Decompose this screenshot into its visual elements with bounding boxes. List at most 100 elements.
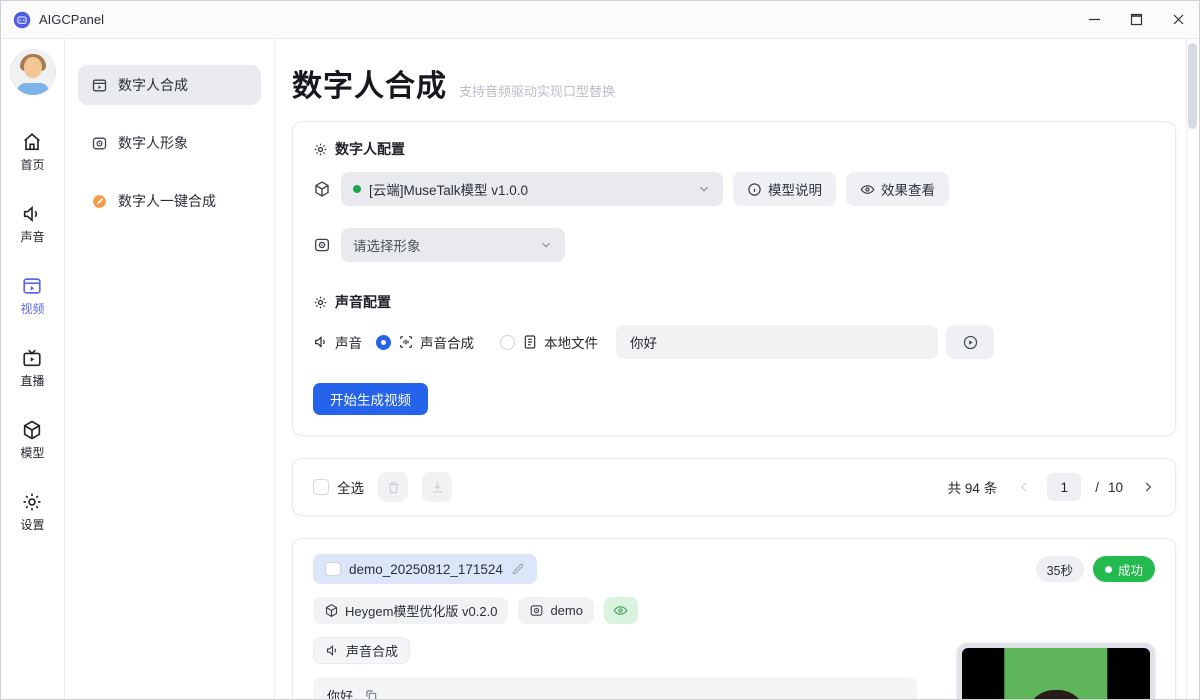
avatar-frame-icon: [529, 603, 544, 618]
edit-pencil-icon[interactable]: [511, 562, 525, 576]
model-online-dot: [353, 185, 361, 193]
page-subtitle: 支持音频驱动实现口型替换: [459, 81, 615, 100]
nav-label-home: 首页: [20, 156, 44, 173]
scrollbar-track[interactable]: [1186, 39, 1199, 700]
user-avatar[interactable]: [10, 49, 56, 95]
model-cube-icon: [313, 180, 331, 198]
nav-label-model: 模型: [20, 444, 44, 461]
submenu: 数字人合成 数字人形象 数字人一键合成: [65, 39, 275, 700]
greenscreen-background: [1004, 648, 1107, 700]
avatar-select[interactable]: 请选择形象: [341, 228, 565, 262]
download-icon: [430, 480, 445, 495]
page-next-icon[interactable]: [1141, 480, 1155, 494]
maximize-button[interactable]: [1115, 1, 1157, 39]
effect-view-label: 效果查看: [881, 179, 935, 199]
video-frame: [962, 648, 1150, 700]
app-title: AIGCPanel: [39, 12, 1073, 27]
trash-icon: [386, 480, 401, 495]
play-circle-icon: [962, 334, 979, 351]
chevron-down-icon: [539, 238, 553, 252]
model-row: [云端]MuseTalk模型 v1.0.0 模型说明 效果查看: [313, 172, 1155, 206]
submenu-label-avatar: 数字人形象: [118, 133, 188, 153]
local-file-label: 本地文件: [544, 332, 598, 352]
section-title: 声音配置: [335, 292, 391, 312]
scrollbar-thumb[interactable]: [1188, 43, 1197, 129]
file-icon: [522, 334, 538, 350]
download-button[interactable]: [422, 472, 452, 502]
home-icon: [21, 131, 43, 153]
live-tv-icon: [21, 347, 43, 369]
submenu-label-oneclick: 数字人一键合成: [118, 191, 216, 211]
close-button[interactable]: [1157, 1, 1199, 39]
page-prev-icon[interactable]: [1017, 480, 1031, 494]
record-tags: Heygem模型优化版 v0.2.0 demo: [313, 597, 1155, 624]
submenu-item-synthesis[interactable]: 数字人合成: [78, 65, 261, 105]
avatar-body: [17, 83, 49, 95]
nav-item-video[interactable]: 视频: [20, 275, 44, 317]
nav-label-live: 直播: [20, 372, 44, 389]
record-name: demo_20250812_171524: [349, 562, 503, 577]
eye-icon: [613, 603, 628, 618]
record-name-pill: demo_20250812_171524: [313, 554, 537, 584]
video-thumbnail[interactable]: [957, 643, 1155, 700]
voice-label: 声音: [335, 332, 362, 352]
record-card: demo_20250812_171524 35秒 成功: [292, 538, 1176, 700]
nav-item-settings[interactable]: 设置: [20, 491, 44, 533]
radio-local-file[interactable]: [500, 335, 515, 350]
page-current-box[interactable]: 1: [1047, 473, 1081, 501]
minimize-icon: [1088, 13, 1101, 26]
nav-item-model[interactable]: 模型: [20, 419, 44, 461]
section-title: 数字人配置: [335, 139, 405, 159]
play-preview-button[interactable]: [946, 325, 994, 359]
model-cube-icon: [324, 603, 339, 618]
radio-voice-synthesis[interactable]: [376, 335, 391, 350]
page-total: 10: [1108, 480, 1123, 495]
avatar-face: [24, 57, 42, 78]
gear-icon: [313, 142, 328, 157]
model-info-label: 模型说明: [768, 179, 822, 199]
gear-icon: [313, 295, 328, 310]
delete-button[interactable]: [378, 472, 408, 502]
person-hair: [1026, 690, 1086, 700]
status-badge: 成功: [1093, 556, 1155, 582]
model-tag-label: Heygem模型优化版 v0.2.0: [345, 601, 497, 620]
voice-type-tag: 声音合成: [313, 637, 410, 664]
preview-eye-tag[interactable]: [604, 597, 638, 624]
record-checkbox[interactable]: [325, 562, 341, 576]
chevron-down-icon: [697, 182, 711, 196]
main-content: 数字人合成 支持音频驱动实现口型替换 数字人配置: [275, 39, 1199, 700]
nav-label-settings: 设置: [20, 516, 44, 533]
avatar-tag: demo: [518, 597, 594, 624]
select-all-checkbox[interactable]: [313, 479, 329, 495]
avatar-tag-label: demo: [550, 603, 583, 618]
voice-synth-icon: [398, 334, 414, 350]
model-select[interactable]: [云端]MuseTalk模型 v1.0.0: [341, 172, 723, 206]
submenu-item-oneclick[interactable]: 数字人一键合成: [78, 181, 261, 221]
select-all-label: 全选: [337, 477, 364, 497]
minimize-button[interactable]: [1073, 1, 1115, 39]
option-voice-synthesis[interactable]: 声音合成: [398, 332, 474, 352]
option-local-file[interactable]: 本地文件: [522, 332, 598, 352]
model-cube-icon: [21, 419, 43, 441]
avatar-frame-icon: [313, 236, 331, 254]
section-digital-human-config: 数字人配置: [313, 139, 1155, 159]
speaker-icon: [313, 334, 329, 350]
list-toolbar-card: 全选 共 94 条 1 / 10: [292, 458, 1176, 516]
video-frame-icon: [91, 77, 108, 94]
info-icon: [747, 182, 762, 197]
nav-item-voice[interactable]: 声音: [20, 203, 44, 245]
voice-type-label: 声音合成: [346, 641, 398, 660]
copy-icon[interactable]: [364, 688, 378, 700]
page-header: 数字人合成 支持音频驱动实现口型替换: [292, 61, 1175, 105]
config-card: 数字人配置 [云端]MuseTalk模型 v1.0.0 模型说明: [292, 121, 1176, 436]
app-logo-robot-icon: [13, 11, 31, 29]
tts-text-input[interactable]: [616, 325, 938, 359]
effect-view-button[interactable]: 效果查看: [846, 172, 949, 206]
nav-item-home[interactable]: 首页: [20, 131, 44, 173]
submenu-item-avatar[interactable]: 数字人形象: [78, 123, 261, 163]
generate-video-button[interactable]: 开始生成视频: [313, 383, 428, 415]
maximize-icon: [1130, 13, 1143, 26]
voice-label-group: 声音: [313, 332, 362, 352]
model-info-button[interactable]: 模型说明: [733, 172, 836, 206]
nav-item-live[interactable]: 直播: [20, 347, 44, 389]
